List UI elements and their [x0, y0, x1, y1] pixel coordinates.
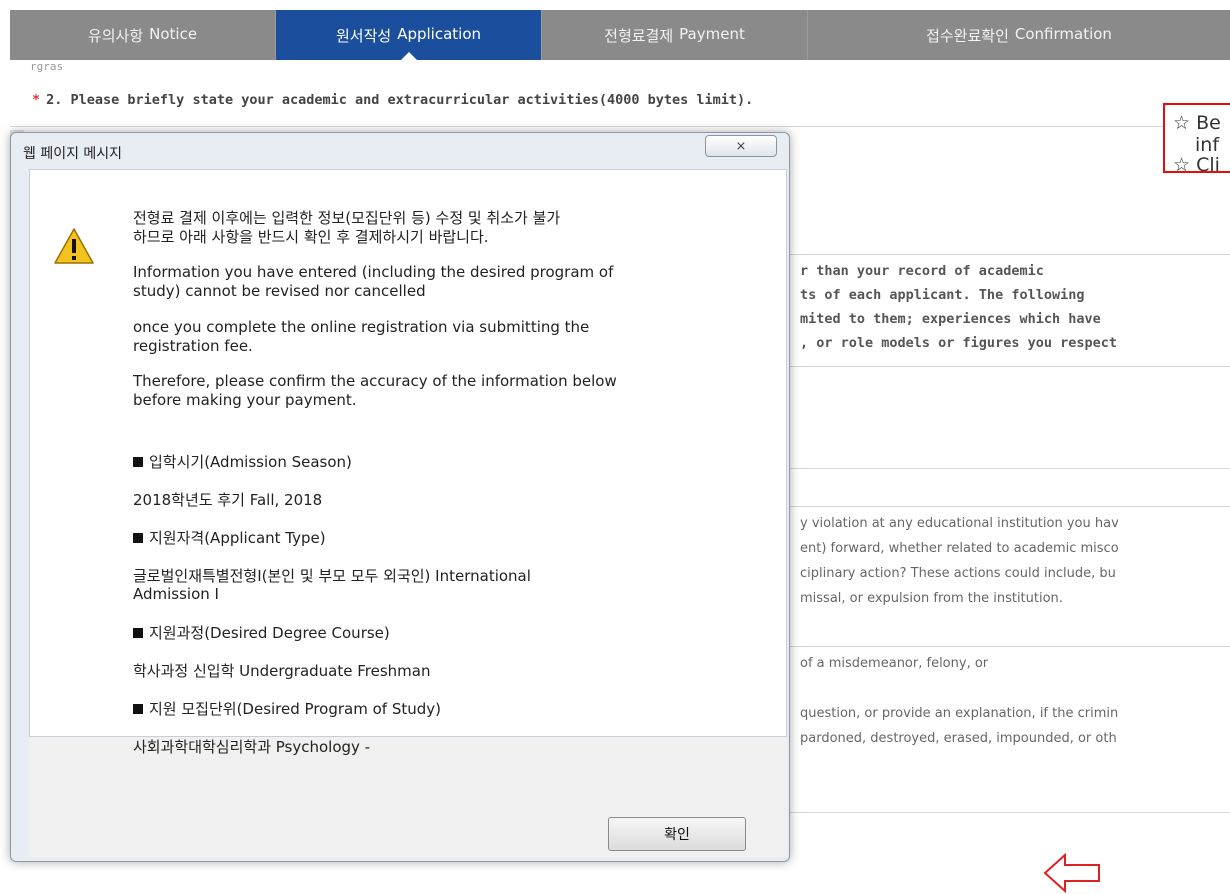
registration-line: registration fee.: [133, 337, 253, 355]
criminal-question-line: of a misdemeanor, felony, or: [800, 656, 989, 671]
criminal-explain-line: question, or provide an explanation, if …: [800, 706, 1119, 721]
notice-line: inf: [1195, 134, 1220, 156]
notice-line: ☆ Cli: [1173, 154, 1220, 173]
essay-prompt-line: mited to them; experiences which have: [800, 311, 1101, 327]
applicant-type-value: Admission I: [133, 585, 219, 603]
essay-prompt-line: ts of each applicant. The following: [800, 287, 1085, 303]
warning-triangle-icon: [54, 228, 94, 264]
discipline-question-line: ciplinary action? These actions could in…: [800, 566, 1116, 581]
tab-label-ko: 접수완료확인: [926, 26, 1009, 45]
tab-label-ko: 전형료결제: [604, 26, 674, 45]
info-en-line: Information you have entered (including …: [133, 263, 614, 281]
tab-label-en: Confirmation: [1014, 24, 1112, 43]
question-2-label: * 2. Please briefly state your academic a…: [32, 92, 753, 108]
discipline-question-line: y violation at any educational instituti…: [800, 516, 1119, 531]
applicant-type-value: 글로벌인재특별전형I(본인 및 부모 모두 외국인) International: [133, 567, 531, 585]
question-2-text: 2. Please briefly state your academic an…: [46, 92, 754, 108]
ok-button-label: 확인: [664, 827, 690, 843]
tab-label-ko: 원서작성: [335, 26, 392, 45]
close-button[interactable]: ⨯: [705, 135, 777, 157]
truncated-text: rgras: [30, 60, 64, 73]
info-en-line: study) cannot be revised nor cancelled: [133, 282, 426, 300]
notice-line: ☆ Be: [1173, 112, 1221, 134]
admission-season-label: 입학시기(Admission Season): [133, 453, 352, 471]
tab-payment[interactable]: 전형료결제 Payment: [542, 10, 808, 60]
tab-label-en: Payment: [679, 24, 745, 43]
ok-button[interactable]: 확인: [608, 817, 746, 851]
tab-confirmation[interactable]: 접수완료확인 Confirmation: [808, 10, 1230, 60]
tab-label-en: Application: [397, 24, 481, 43]
criminal-explain-line: pardoned, destroyed, erased, impounded, …: [800, 731, 1117, 746]
degree-course-label: 지원과정(Desired Degree Course): [133, 624, 390, 642]
essay-prompt-line: , or role models or figures you respect: [800, 335, 1117, 351]
web-page-message-dialog: 웹 페이지 메시지 ⨯ 전형료 결제 이후에는 입력한 정보(모집단위 등) 수…: [10, 132, 790, 862]
degree-course-value: 학사과정 신입학 Undergraduate Freshman: [133, 662, 431, 680]
program-of-study-value: 사회과학대학심리학과 Psychology -: [133, 738, 371, 756]
tab-application[interactable]: 원서작성 Application: [276, 10, 542, 61]
admission-season-value: 2018학년도 후기 Fall, 2018: [133, 491, 323, 509]
confirm-line: Therefore, please confirm the accuracy o…: [133, 372, 617, 390]
bullet-square-icon: [133, 457, 143, 467]
bullet-square-icon: [133, 704, 143, 714]
program-of-study-label: 지원 모집단위(Desired Program of Study): [133, 700, 441, 718]
tab-notice[interactable]: 유의사항 Notice: [10, 10, 276, 60]
required-mark: *: [32, 92, 41, 108]
left-arrow-icon: [1043, 852, 1100, 894]
essay-prompt-line: r than your record of academic: [800, 263, 1044, 279]
tab-label-ko: 유의사항: [87, 26, 144, 45]
registration-line: once you complete the online registratio…: [133, 318, 590, 336]
bullet-square-icon: [133, 628, 143, 638]
tab-label-en: Notice: [149, 24, 198, 43]
step-tabs: 유의사항 Notice 원서작성 Application 전형료결제 Payment …: [10, 10, 1230, 61]
confirm-line: before making your payment.: [133, 391, 357, 409]
warning-ko-line: 전형료 결제 이후에는 입력한 정보(모집단위 등) 수정 및 취소가 불가: [133, 209, 561, 227]
discipline-question-line: ent) forward, whether related to academi…: [800, 541, 1119, 556]
notice-box: ☆ Be inf ☆ Cli: [1163, 103, 1230, 173]
divider: [10, 126, 1230, 127]
discipline-question-line: missal, or expulsion from the institutio…: [800, 591, 1063, 606]
bullet-square-icon: [133, 533, 143, 543]
applicant-type-label: 지원자격(Applicant Type): [133, 529, 326, 547]
dialog-title: 웹 페이지 메시지: [23, 146, 123, 162]
close-icon: ⨯: [735, 138, 747, 154]
warning-ko-line: 하므로 아래 사항을 반드시 확인 후 결제하시기 바랍니다.: [133, 228, 489, 246]
